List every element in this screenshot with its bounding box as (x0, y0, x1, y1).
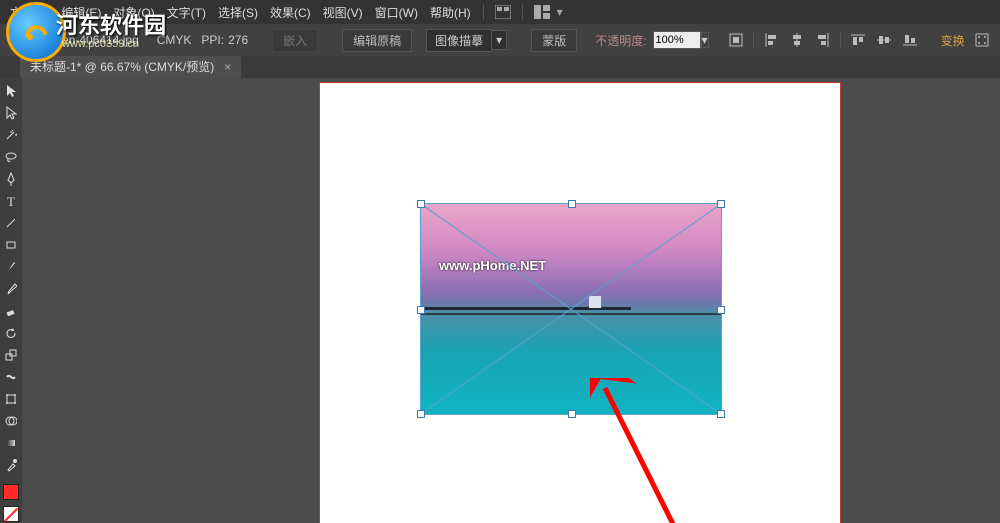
placed-image[interactable]: www.pHome.NET (420, 203, 722, 415)
stroke-swatch[interactable] (3, 506, 19, 522)
align-hcenter-icon[interactable] (788, 31, 806, 49)
pencil-tool-icon[interactable] (2, 280, 20, 298)
image-trace-label[interactable]: 图像描摹 (426, 29, 492, 52)
document-tab-bar: 未标题-1* @ 66.67% (CMYK/预览) × (0, 56, 1000, 78)
image-detail (421, 313, 721, 315)
watermark-url: www.pc0359.cn (62, 38, 139, 50)
free-transform-tool-icon[interactable] (2, 390, 20, 408)
chevron-down-icon[interactable]: ▾ (701, 32, 709, 48)
align-selection-icon[interactable] (727, 31, 745, 49)
close-icon[interactable]: × (224, 60, 231, 74)
width-tool-icon[interactable] (2, 368, 20, 386)
opacity-input[interactable] (653, 31, 701, 49)
resize-handle-bl[interactable] (417, 410, 425, 418)
menu-select[interactable]: 选择(S) (212, 4, 264, 21)
type-tool-icon[interactable]: T (2, 192, 20, 210)
image-credit-text: www.pHome.NET (439, 258, 546, 273)
fill-swatch[interactable] (3, 484, 19, 500)
watermark-brand: 河东软件园 (56, 8, 166, 40)
embed-button[interactable]: 嵌入 (272, 29, 318, 52)
transform-panel-icon[interactable] (975, 33, 989, 47)
menu-window[interactable]: 窗口(W) (369, 4, 424, 21)
resize-handle-ml[interactable] (417, 306, 425, 314)
opacity-label: 不透明度: (595, 32, 646, 49)
separator (840, 32, 841, 48)
mask-button[interactable]: 蒙版 (531, 29, 577, 52)
align-bottom-icon[interactable] (901, 31, 919, 49)
rectangle-tool-icon[interactable] (2, 236, 20, 254)
menu-type[interactable]: 文字(T) (161, 4, 212, 21)
align-vcenter-icon[interactable] (875, 31, 893, 49)
menu-view[interactable]: 视图(V) (317, 4, 369, 21)
workspace: T www.pHome.NET (0, 78, 1000, 523)
image-content: www.pHome.NET (421, 204, 721, 414)
tools-panel: T (0, 78, 22, 523)
direct-selection-tool-icon[interactable] (2, 104, 20, 122)
svg-text:T: T (7, 195, 15, 207)
resize-handle-mr[interactable] (717, 306, 725, 314)
magic-wand-tool-icon[interactable] (2, 126, 20, 144)
menu-effect[interactable]: 效果(C) (264, 4, 317, 21)
align-right-icon[interactable] (814, 31, 832, 49)
chevron-down-icon[interactable]: ▾ (492, 30, 507, 50)
gradient-tool-icon[interactable] (2, 434, 20, 452)
shape-builder-tool-icon[interactable] (2, 412, 20, 430)
pen-tool-icon[interactable] (2, 170, 20, 188)
bridge-icon[interactable] (494, 3, 512, 21)
line-tool-icon[interactable] (2, 214, 20, 232)
resize-handle-tr[interactable] (717, 200, 725, 208)
selection-tool-icon[interactable] (2, 82, 20, 100)
transform-button[interactable]: 变换 (941, 32, 965, 49)
arrange-docs-icon[interactable] (533, 3, 551, 21)
image-trace-combo[interactable]: 图像描摹 ▾ (426, 29, 507, 52)
resize-handle-tl[interactable] (417, 200, 425, 208)
ppi-value: 276 (228, 33, 248, 47)
edit-original-button[interactable]: 编辑原稿 (342, 29, 412, 52)
menu-separator (522, 4, 523, 20)
menu-help[interactable]: 帮助(H) (424, 4, 477, 21)
align-left-icon[interactable] (762, 31, 780, 49)
chevron-down-icon[interactable]: ▾ (557, 5, 563, 19)
eraser-tool-icon[interactable] (2, 302, 20, 320)
menu-separator (483, 4, 484, 20)
ppi-label: PPI: (201, 33, 224, 47)
eyedropper-tool-icon[interactable] (2, 456, 20, 474)
scale-tool-icon[interactable] (2, 346, 20, 364)
watermark-logo: 河东软件园 www.pc0359.cn (6, 2, 66, 62)
image-detail (589, 296, 601, 308)
resize-handle-br[interactable] (717, 410, 725, 418)
resize-handle-tm[interactable] (568, 200, 576, 208)
brush-tool-icon[interactable] (2, 258, 20, 276)
separator (753, 32, 754, 48)
lasso-tool-icon[interactable] (2, 148, 20, 166)
rotate-tool-icon[interactable] (2, 324, 20, 342)
align-top-icon[interactable] (849, 31, 867, 49)
resize-handle-bm[interactable] (568, 410, 576, 418)
